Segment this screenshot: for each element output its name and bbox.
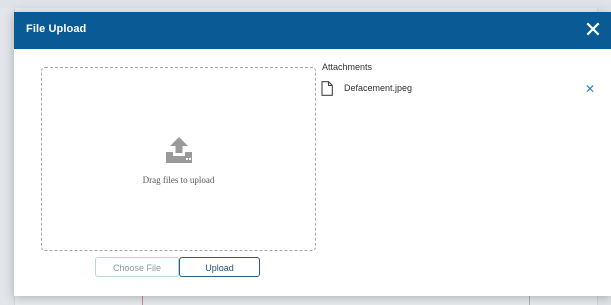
upload-icon [166, 137, 192, 163]
close-icon[interactable]: ✕ [581, 18, 605, 42]
upload-button[interactable]: Upload [179, 257, 260, 277]
choose-file-button[interactable]: Choose File [95, 257, 179, 277]
attachments-heading: Attachments [322, 62, 373, 72]
dropzone-text: Drag files to upload [142, 175, 215, 185]
remove-icon[interactable]: ✕ [582, 80, 598, 98]
dialog-titlebar: File Upload ✕ [14, 12, 611, 49]
background-top-bar [0, 0, 611, 8]
file-icon [321, 81, 333, 96]
attachment-file-name: Defacement.jpeg [344, 83, 413, 93]
background-left-panel [0, 8, 15, 305]
dialog-title: File Upload [26, 23, 87, 35]
attachment-item: Defacement.jpeg ✕ [319, 80, 599, 98]
file-dropzone[interactable]: Drag files to upload [41, 67, 316, 251]
file-upload-dialog: File Upload ✕ Drag files to upload Choos… [14, 12, 611, 296]
